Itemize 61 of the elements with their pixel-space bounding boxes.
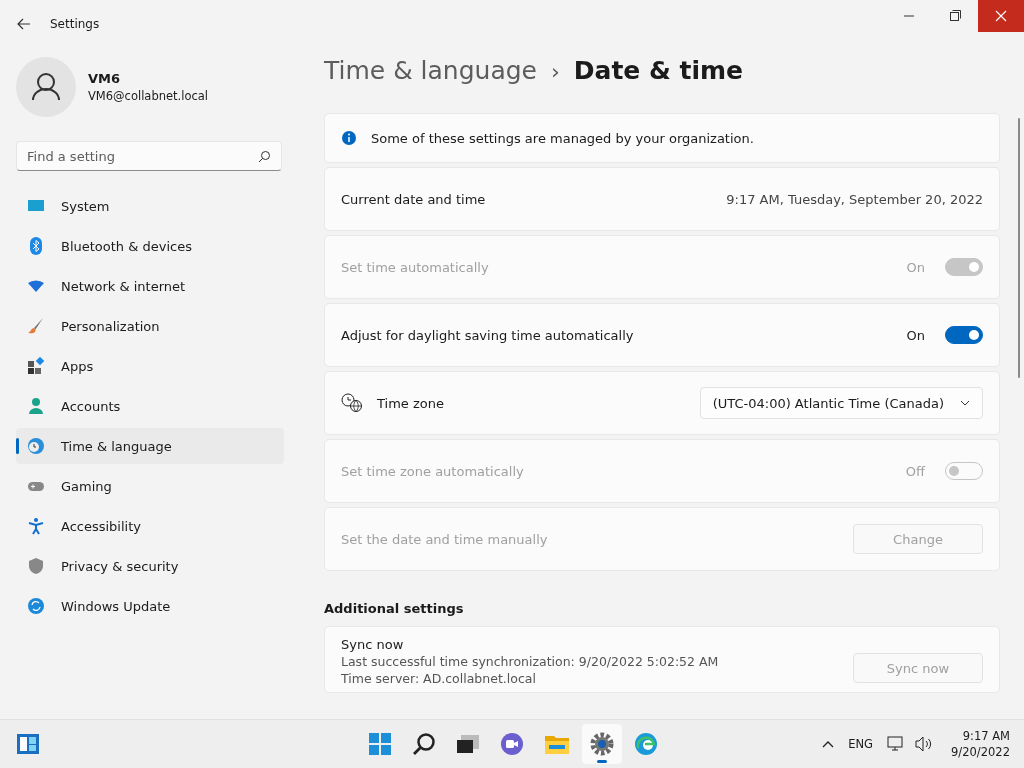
gear-icon[interactable] — [590, 732, 614, 756]
search-icon[interactable] — [412, 732, 436, 756]
timezone-dropdown[interactable]: (UTC-04:00) Atlantic Time (Canada) — [699, 387, 983, 419]
nav-item[interactable]: Bluetooth & devices — [16, 228, 284, 264]
nav-item[interactable]: Apps — [16, 348, 284, 384]
sync-detail: Time server: AD.collabnet.local — [341, 671, 537, 686]
clock[interactable]: 9:17 AM 9/20/2022 — [951, 729, 1010, 759]
user-name: VM6 — [88, 71, 122, 86]
nav-item[interactable]: Network & internet — [16, 268, 284, 304]
setting-label: Adjust for daylight saving time automatically — [341, 327, 635, 343]
nav-item[interactable]: Gaming — [16, 468, 284, 504]
browser-icon[interactable] — [634, 732, 658, 756]
nav-item[interactable]: Time & language — [16, 428, 284, 464]
avatar-icon — [16, 57, 76, 117]
toggle-state: On — [906, 259, 925, 275]
setting-label: Set the date and time manually — [341, 531, 549, 547]
chevron-down-icon — [960, 400, 970, 406]
section-heading: Additional settings — [324, 601, 465, 616]
sync-detail: Last successful time synchronization: 9/20/2022 5:02:52 AM — [341, 654, 720, 669]
info-text: Some of these settings are managed by your organization. — [371, 130, 755, 146]
toggle-state: Off — [905, 463, 925, 479]
accounts-icon — [27, 397, 45, 415]
bluetooth-icon — [27, 237, 45, 255]
chevron-up-icon[interactable] — [822, 740, 835, 748]
time-icon — [27, 437, 45, 455]
setting-label: Set time zone automatically — [341, 463, 525, 479]
chat-icon[interactable] — [500, 732, 524, 756]
widgets-icon[interactable] — [16, 733, 40, 755]
back-icon[interactable] — [17, 18, 31, 30]
setting-label: Time zone — [377, 395, 445, 411]
nav-item[interactable]: Accounts — [16, 388, 284, 424]
setting-value: 9:17 AM, Tuesday, September 20, 2022 — [726, 191, 983, 207]
nav-item[interactable]: Privacy & security — [16, 548, 284, 584]
breadcrumb-separator: › — [550, 59, 560, 84]
toggle-state: On — [906, 327, 925, 343]
nav-item[interactable]: Windows Update — [16, 588, 284, 624]
language-indicator[interactable]: ENG — [848, 737, 874, 751]
accessibility-icon — [27, 517, 45, 535]
breadcrumb-parent[interactable]: Time & language — [324, 56, 537, 85]
search-field[interactable]: Find a setting — [16, 141, 282, 171]
task-view-icon[interactable] — [456, 732, 480, 756]
search-icon — [258, 150, 271, 163]
scrollbar[interactable] — [1018, 118, 1020, 378]
update-icon — [27, 597, 45, 615]
toggle-switch[interactable] — [945, 326, 983, 344]
speaker-icon[interactable] — [915, 736, 934, 752]
nav-item[interactable]: Personalization — [16, 308, 284, 344]
nav-item[interactable]: Accessibility — [16, 508, 284, 544]
sync-title: Sync now — [341, 637, 405, 652]
info-icon — [341, 130, 357, 146]
nav-item[interactable]: System — [16, 188, 284, 224]
apps-icon — [27, 357, 45, 375]
setting-label: Set time automatically — [341, 259, 490, 275]
clock-globe-icon — [341, 393, 363, 413]
network-icon[interactable] — [887, 736, 906, 752]
window-title: Settings — [50, 17, 100, 31]
start-icon[interactable] — [368, 732, 392, 756]
user-email: VM6@collabnet.local — [88, 89, 209, 103]
setting-label: Current date and time — [341, 191, 487, 207]
shield-icon — [27, 557, 45, 575]
page-title: Date & time — [573, 56, 744, 85]
